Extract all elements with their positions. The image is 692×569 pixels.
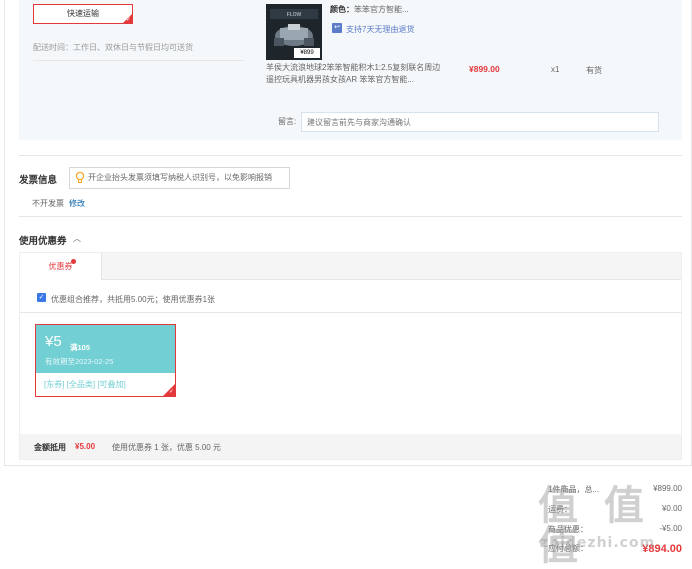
return-policy-text[interactable]: 支持7天无理由退货 xyxy=(346,24,414,35)
watermark-url: zhidezhi.com xyxy=(540,535,656,551)
product-color-attr: 颜色：笨笨官方智能... xyxy=(330,4,409,15)
discount-label: 金额抵用 xyxy=(34,443,66,452)
svg-text:FLOW: FLOW xyxy=(287,12,302,18)
coupon-tabs: 优惠券 xyxy=(20,253,681,280)
discount-description: 使用优惠券 1 张，优惠 5.00 元 xyxy=(112,443,221,452)
invoice-title: 发票信息 xyxy=(19,175,58,186)
shipping-panel: 快速运输 ✓ 配送时间：工作日、双休日与节假日均可送货 FLOW ¥899 颜色… xyxy=(19,0,682,140)
shipping-method-label: 快速运输 xyxy=(67,9,99,18)
memo-input[interactable] xyxy=(301,112,659,132)
notification-dot-icon xyxy=(71,259,76,264)
lightbulb-icon xyxy=(75,171,85,183)
coupon-box: 优惠券 ✓ 优惠组合推荐，共抵用5.00元；使用优惠券1张 ¥5 满105 有效… xyxy=(19,252,682,460)
color-value: 笨笨官方智能... xyxy=(354,5,409,14)
divider xyxy=(20,312,681,313)
thumb-price-tag: ¥899 xyxy=(294,48,320,58)
check-icon: ✓ xyxy=(168,389,174,395)
color-label: 颜色： xyxy=(330,5,354,14)
chevron-up-icon[interactable]: ︿ xyxy=(73,233,81,244)
tab-coupons[interactable]: 优惠券 xyxy=(20,253,102,280)
return-policy-icon: ↩ xyxy=(332,23,342,33)
watermark-logo: 值 值 值 zhidezhi.com xyxy=(538,486,688,566)
product-thumbnail[interactable]: FLOW ¥899 xyxy=(266,4,322,60)
delivery-time-text: 配送时间：工作日、双休日与节假日均可送货 xyxy=(33,43,193,52)
invoice-tip: 开企业抬头发票须填写纳税人识别号，以免影响报销 xyxy=(69,167,290,189)
recommend-text: 优惠组合推荐，共抵用5.00元；使用优惠券1张 xyxy=(51,295,216,304)
coupon-expiry: 有效期至2023-02-25 xyxy=(45,357,114,366)
coupon-condition: 满105 xyxy=(70,343,91,352)
coupon-footer: 金额抵用 ¥5.00 使用优惠券 1 张，优惠 5.00 元 xyxy=(20,434,681,459)
coupon-tags: [东券] [全品类] [可叠加] xyxy=(44,380,126,389)
invoice-tip-text: 开企业抬头发票须填写纳税人识别号，以免影响报销 xyxy=(88,173,272,182)
discount-amount: ¥5.00 xyxy=(75,442,96,451)
product-price: ¥899.00 xyxy=(469,64,500,74)
coupon-card-header: ¥5 满105 有效期至2023-02-25 xyxy=(36,325,175,373)
coupon-card[interactable]: ¥5 满105 有效期至2023-02-25 [东券] [全品类] [可叠加] … xyxy=(35,324,176,397)
recommend-checkbox[interactable]: ✓ xyxy=(37,293,46,302)
shipping-method-button[interactable]: 快速运输 ✓ xyxy=(33,4,133,24)
divider xyxy=(33,60,243,61)
product-title-link[interactable]: 羊侯大流浪地球2笨笨智能积木1:2.5复刻联名周边遥控玩具机器男孩女孩AR 笨笨… xyxy=(266,62,446,86)
product-stock-status: 有货 xyxy=(586,66,602,75)
memo-label: 留言: xyxy=(278,117,297,126)
product-quantity: x1 xyxy=(551,65,560,74)
checkout-panel: 快速运输 ✓ 配送时间：工作日、双休日与节假日均可送货 FLOW ¥899 颜色… xyxy=(4,0,692,466)
coupon-amount: ¥5 xyxy=(45,333,62,350)
coupon-section-title[interactable]: 使用优惠券 xyxy=(19,233,67,247)
divider xyxy=(19,155,682,156)
watermark-main: 值 值 值 xyxy=(538,483,650,569)
divider xyxy=(19,216,682,217)
invoice-status: 不开发票 xyxy=(32,199,64,208)
invoice-edit-link[interactable]: 修改 xyxy=(69,198,85,209)
tab-coupons-label: 优惠券 xyxy=(48,262,73,271)
check-icon: ✓ xyxy=(125,17,131,23)
